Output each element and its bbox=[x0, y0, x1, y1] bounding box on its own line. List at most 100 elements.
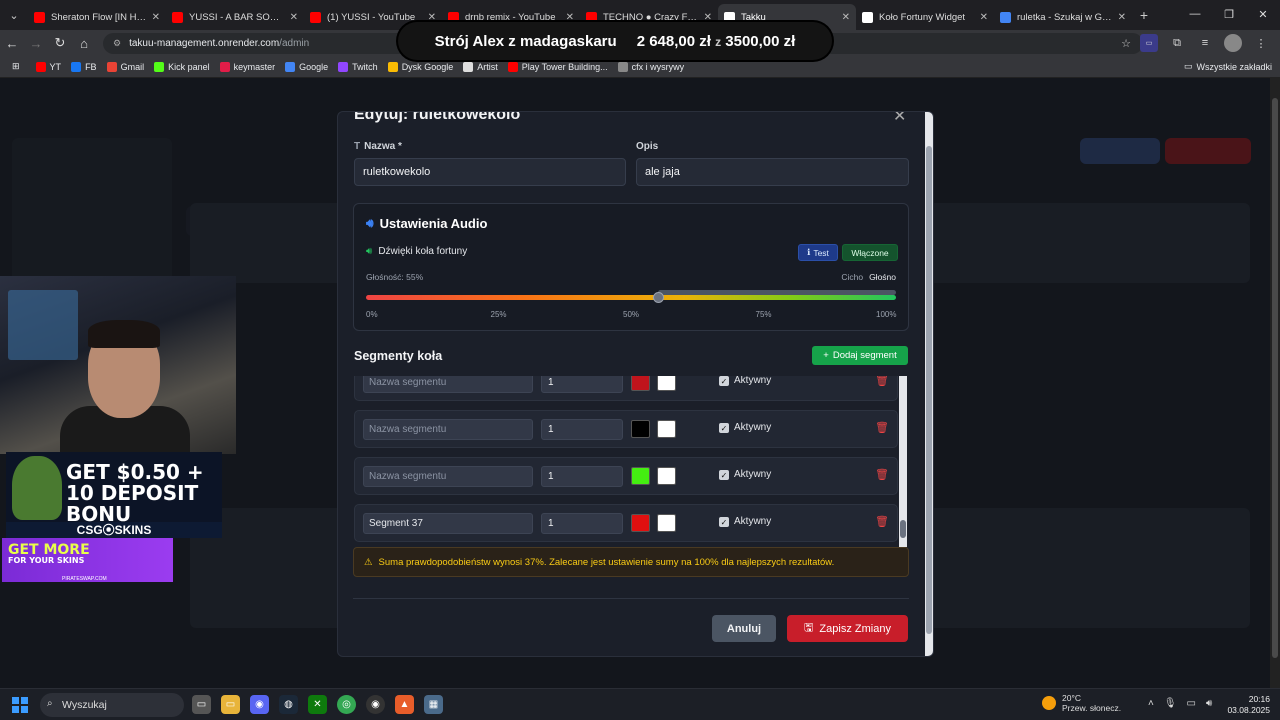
apps-grid-icon[interactable]: ⊞ bbox=[12, 61, 20, 72]
segment-active-checkbox[interactable]: ✓ bbox=[719, 423, 729, 433]
profile-avatar[interactable] bbox=[1224, 34, 1242, 52]
close-tab-icon[interactable]: ✕ bbox=[980, 12, 988, 23]
segment-color-swatch[interactable] bbox=[631, 376, 650, 391]
minimize-icon[interactable]: — bbox=[1178, 0, 1212, 28]
bookmark-item[interactable]: Google bbox=[285, 61, 328, 72]
bookmark-item[interactable]: Gmail bbox=[106, 61, 144, 72]
segment-color-swatch[interactable] bbox=[631, 514, 650, 532]
trash-icon[interactable]: 🗑︎ bbox=[875, 421, 889, 434]
segment-text-color-swatch[interactable] bbox=[657, 467, 676, 485]
test-sound-button[interactable]: ℹ Test bbox=[798, 244, 838, 261]
windows-start-icon[interactable] bbox=[12, 697, 28, 713]
close-tab-icon[interactable]: ✕ bbox=[152, 12, 160, 23]
site-info-icon[interactable]: ⚙ bbox=[113, 38, 121, 49]
tray-chevron-icon[interactable]: ˄ bbox=[1148, 698, 1154, 709]
segment-name-input[interactable]: Nazwa segmentu bbox=[363, 419, 533, 440]
bookmark-item[interactable]: FB bbox=[71, 61, 97, 72]
task-view-icon[interactable]: ▭ bbox=[192, 695, 211, 714]
new-tab-button[interactable]: + bbox=[1132, 7, 1156, 23]
calculator-icon[interactable]: ▦ bbox=[424, 695, 443, 714]
browser-tab[interactable]: Sheraton Flow [IN HAJS W ✕ bbox=[28, 4, 166, 30]
segments-scrollbar[interactable] bbox=[899, 376, 907, 547]
trash-icon[interactable]: 🗑︎ bbox=[875, 468, 889, 481]
info-icon: ℹ bbox=[807, 247, 811, 257]
segment-text-color-swatch[interactable] bbox=[657, 514, 676, 532]
bookmark-star-icon[interactable]: ☆ bbox=[1121, 37, 1131, 50]
reading-list-icon[interactable]: ≡ bbox=[1196, 34, 1214, 52]
close-tab-icon[interactable]: ✕ bbox=[1118, 12, 1126, 23]
volume-slider-track[interactable] bbox=[366, 295, 896, 300]
microphone-icon[interactable]: 🎙︎ bbox=[1164, 698, 1177, 709]
weather-widget[interactable]: 20°C Przew. słonecz. bbox=[1042, 693, 1121, 713]
close-window-icon[interactable]: ✕ bbox=[1246, 0, 1280, 28]
segment-name-input[interactable]: Nazwa segmentu bbox=[363, 376, 533, 393]
file-explorer-icon[interactable]: ▭ bbox=[221, 695, 240, 714]
bookmark-favicon-icon bbox=[71, 61, 82, 72]
chrome-icon[interactable]: ◎ bbox=[337, 695, 356, 714]
obs-icon[interactable]: ◉ bbox=[366, 695, 385, 714]
back-icon[interactable]: ← bbox=[0, 36, 24, 51]
page-scrollbar[interactable] bbox=[1270, 78, 1280, 688]
bookmark-item[interactable]: keymaster bbox=[219, 61, 275, 72]
browser-tab[interactable]: YUSSI - A BAR SONG (TIP ✕ bbox=[166, 4, 304, 30]
weather-desc: Przew. słonecz. bbox=[1062, 703, 1122, 713]
extensions-puzzle-icon[interactable]: ⧉ bbox=[1168, 34, 1186, 52]
all-bookmarks[interactable]: ▭ Wszystkie zakładki bbox=[1184, 61, 1272, 72]
sound-enabled-toggle[interactable]: Włączone bbox=[842, 244, 898, 261]
reload-icon[interactable]: ↻ bbox=[48, 35, 72, 51]
bookmark-item[interactable]: Dysk Google bbox=[387, 61, 453, 72]
bookmark-item[interactable]: Kick panel bbox=[154, 61, 210, 72]
goal-separator: z bbox=[715, 34, 722, 49]
segment-active-checkbox[interactable]: ✓ bbox=[719, 376, 729, 386]
browser-tab[interactable]: Koło Fortuny Widget ✕ bbox=[856, 4, 994, 30]
segment-active-checkbox[interactable]: ✓ bbox=[719, 517, 729, 527]
home-icon[interactable]: ⌂ bbox=[72, 36, 96, 51]
trash-icon[interactable]: 🗑︎ bbox=[875, 376, 889, 387]
save-button[interactable]: 🖫︎ Zapisz Zmiany bbox=[787, 615, 908, 642]
steam-icon[interactable]: ◍ bbox=[279, 695, 298, 714]
add-segment-button[interactable]: + Dodaj segment bbox=[812, 346, 908, 365]
bookmark-item[interactable]: cfx i wysrywy bbox=[617, 61, 684, 72]
close-tab-icon[interactable]: ✕ bbox=[290, 12, 298, 23]
segment-weight-input[interactable]: 1 bbox=[541, 466, 623, 487]
description-input[interactable]: ale jaja bbox=[636, 158, 909, 186]
close-tab-icon[interactable]: ✕ bbox=[428, 12, 436, 23]
restore-icon[interactable]: ❐ bbox=[1212, 0, 1246, 28]
close-tab-icon[interactable]: ✕ bbox=[842, 12, 850, 23]
segment-color-swatch[interactable] bbox=[631, 467, 650, 485]
close-tab-icon[interactable]: ✕ bbox=[704, 12, 712, 23]
bookmark-item[interactable]: Play Tower Building... bbox=[507, 61, 608, 72]
trash-icon[interactable]: 🗑︎ bbox=[875, 515, 889, 528]
bookmark-item[interactable]: YT bbox=[35, 61, 61, 72]
bookmark-item[interactable]: Artist bbox=[463, 61, 498, 72]
segment-color-swatch[interactable] bbox=[631, 420, 650, 438]
name-input[interactable]: ruletkowekolo bbox=[354, 158, 626, 186]
forward-icon[interactable]: → bbox=[24, 36, 48, 51]
segment-text-color-swatch[interactable] bbox=[657, 376, 676, 391]
all-bookmarks-label: Wszystkie zakładki bbox=[1196, 61, 1272, 72]
segment-weight-input[interactable]: 1 bbox=[541, 513, 623, 534]
segment-weight-input[interactable]: 1 bbox=[541, 376, 623, 393]
extension-icon[interactable]: ▭ bbox=[1140, 34, 1158, 52]
segment-name-input[interactable]: Segment 37 bbox=[363, 513, 533, 534]
segment-name-input[interactable]: Nazwa segmentu bbox=[363, 466, 533, 487]
clock[interactable]: 20:16 03.08.2025 bbox=[1226, 694, 1270, 716]
network-icon[interactable]: ▭ bbox=[1187, 698, 1196, 709]
menu-kebab-icon[interactable]: ⋮ bbox=[1252, 34, 1270, 52]
cancel-button[interactable]: Anuluj bbox=[712, 615, 776, 642]
browser-tab[interactable]: ruletka - Szukaj w Google ✕ bbox=[994, 4, 1132, 30]
tab-search-icon[interactable]: ⌄ bbox=[0, 0, 28, 30]
volume-icon[interactable]: 🔊︎ bbox=[1206, 698, 1212, 709]
bookmark-item[interactable]: Twitch bbox=[338, 61, 378, 72]
app-icon[interactable]: ▲ bbox=[395, 695, 414, 714]
modal-scrollbar[interactable] bbox=[925, 112, 933, 656]
xbox-icon[interactable]: ✕ bbox=[308, 695, 327, 714]
segment-active-checkbox[interactable]: ✓ bbox=[719, 470, 729, 480]
volume-slider-handle[interactable] bbox=[652, 292, 664, 303]
taskbar-search[interactable]: ⌕ Wyszukaj bbox=[40, 693, 184, 717]
segment-weight-input[interactable]: 1 bbox=[541, 419, 623, 440]
close-icon[interactable]: ✕ bbox=[893, 112, 906, 126]
segment-text-color-swatch[interactable] bbox=[657, 420, 676, 438]
discord-icon[interactable]: ◉ bbox=[250, 695, 269, 714]
close-tab-icon[interactable]: ✕ bbox=[566, 12, 574, 23]
